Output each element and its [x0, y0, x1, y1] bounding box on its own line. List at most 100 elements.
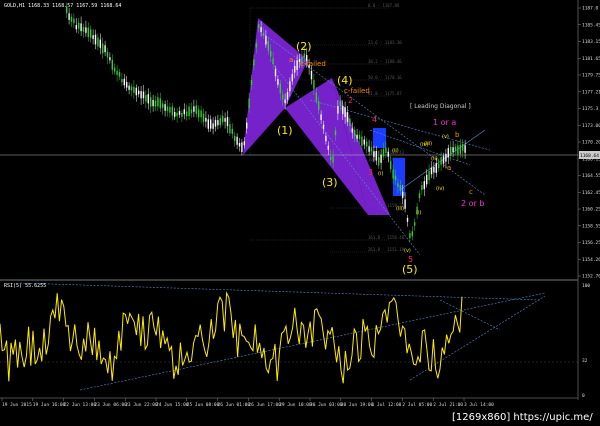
- time-tick-label: 25 Jun 08:00: [187, 402, 220, 408]
- candle-body: [87, 27, 89, 37]
- candle-body: [202, 113, 205, 123]
- candle-body: [138, 90, 140, 95]
- candle-body: [315, 92, 317, 102]
- minor-label-5: 5: [408, 255, 413, 264]
- candle-body: [154, 100, 157, 107]
- time-tick-label: 19 Jun 2015: [2, 402, 32, 408]
- candle-body: [92, 35, 94, 39]
- candle-body: [423, 181, 425, 190]
- candle-body: [296, 60, 298, 70]
- candle-body: [164, 104, 166, 111]
- candle-body: [409, 233, 411, 239]
- candle-body: [464, 145, 466, 153]
- candle-body: [145, 95, 147, 102]
- fib-level-label: 50.0 - 1178.16: [368, 75, 402, 80]
- candle-body: [207, 119, 209, 129]
- candle-body: [399, 185, 401, 191]
- price-tick-label: 1173.00: [582, 123, 600, 129]
- candle-body: [433, 167, 435, 173]
- price-tick-label: 1162.45: [582, 190, 600, 196]
- chart-window[interactable]: GOLD,H1 1168.33 1168.57 1167.59 1168.64 …: [0, 0, 600, 426]
- candle-body: [274, 69, 277, 77]
- price-tick-label: 1175.3: [582, 106, 599, 112]
- candle-body: [354, 130, 356, 137]
- candle-body: [406, 217, 409, 222]
- candle-body: [198, 109, 200, 118]
- candle-body: [130, 86, 133, 91]
- candle-body: [226, 117, 229, 127]
- candle-body: [142, 91, 145, 99]
- candle-body: [339, 100, 341, 107]
- candle-body: [94, 34, 97, 45]
- candle-body: [418, 193, 421, 199]
- rsi-tick-label: 100: [582, 283, 590, 289]
- time-tick-label: 19 Jun 16:00: [33, 402, 66, 408]
- candle-body: [126, 82, 128, 88]
- time-tick-label: 2 Jul 05:00: [402, 402, 432, 408]
- time-tick-label: 30 Jun 19:00: [341, 402, 374, 408]
- candle-body: [97, 37, 99, 47]
- candle-body: [414, 222, 416, 226]
- candle-body: [368, 146, 370, 152]
- candle-body: [68, 13, 70, 20]
- candle-body: [392, 169, 394, 179]
- candle-body: [313, 80, 315, 89]
- candle-body: [385, 147, 387, 154]
- fib-level-label: 38.2 - 1180.46: [368, 59, 402, 64]
- fib-level-label: 61.8 - 1175.87: [368, 91, 402, 96]
- candle-body: [426, 174, 428, 185]
- wave-label-5: (5): [402, 263, 418, 276]
- time-tick-label: 26 Jun 01:00: [218, 402, 251, 408]
- candle-body: [291, 73, 293, 82]
- rsi-tick-label: 32: [582, 358, 588, 364]
- candle-body: [104, 45, 106, 53]
- candle-body: [330, 156, 332, 161]
- candle-body: [238, 143, 241, 147]
- current-price-value: 1168.64: [580, 153, 599, 159]
- candle-body: [140, 91, 142, 99]
- candle-body: [344, 107, 346, 118]
- candle-body: [322, 124, 325, 129]
- candle-body: [351, 128, 353, 133]
- candle-body: [210, 119, 212, 129]
- candle-body: [121, 79, 123, 83]
- wave-label-1: (1): [277, 124, 293, 137]
- candle-body: [289, 81, 291, 92]
- candle-body: [272, 58, 274, 65]
- price-tick-label: 1156.25: [582, 240, 600, 246]
- candle-body: [224, 118, 226, 122]
- candle-body: [102, 43, 104, 54]
- candle-body: [169, 106, 171, 113]
- candle-body: [118, 72, 121, 77]
- price-tick-label: 1158.55: [582, 223, 600, 229]
- candle-body: [66, 6, 68, 14]
- candle-body: [188, 106, 190, 117]
- candle-body: [378, 156, 380, 166]
- time-tick-label: 24 Jun 15:00: [156, 402, 189, 408]
- candle-body: [452, 147, 454, 152]
- candle-body: [411, 231, 413, 237]
- candle-body: [231, 128, 233, 135]
- price-tick-label: 1170.20: [582, 140, 600, 146]
- candle-body: [133, 86, 135, 93]
- candle-body: [150, 97, 152, 107]
- candle-body: [75, 25, 77, 30]
- candle-body: [258, 24, 260, 28]
- fib-level-label: 261.8 - 1151.19: [368, 247, 405, 252]
- candle-body: [342, 106, 344, 115]
- candle-body: [382, 148, 385, 157]
- candle-body: [366, 141, 368, 147]
- candle-body: [394, 175, 397, 180]
- candle-body: [241, 142, 243, 152]
- wave-label-3: (3): [322, 176, 338, 189]
- small-label-iv: (iv): [436, 186, 444, 192]
- candle-body: [282, 94, 284, 100]
- candle-body: [171, 106, 173, 116]
- small-label-ii: (ii): [431, 156, 438, 162]
- candle-body: [279, 83, 281, 94]
- candle-body: [363, 139, 365, 145]
- candle-body: [246, 122, 248, 129]
- price-tick-label: 1154.26: [582, 257, 600, 263]
- candle-body: [123, 78, 125, 86]
- c-failed-label-1: c-failed: [300, 60, 326, 68]
